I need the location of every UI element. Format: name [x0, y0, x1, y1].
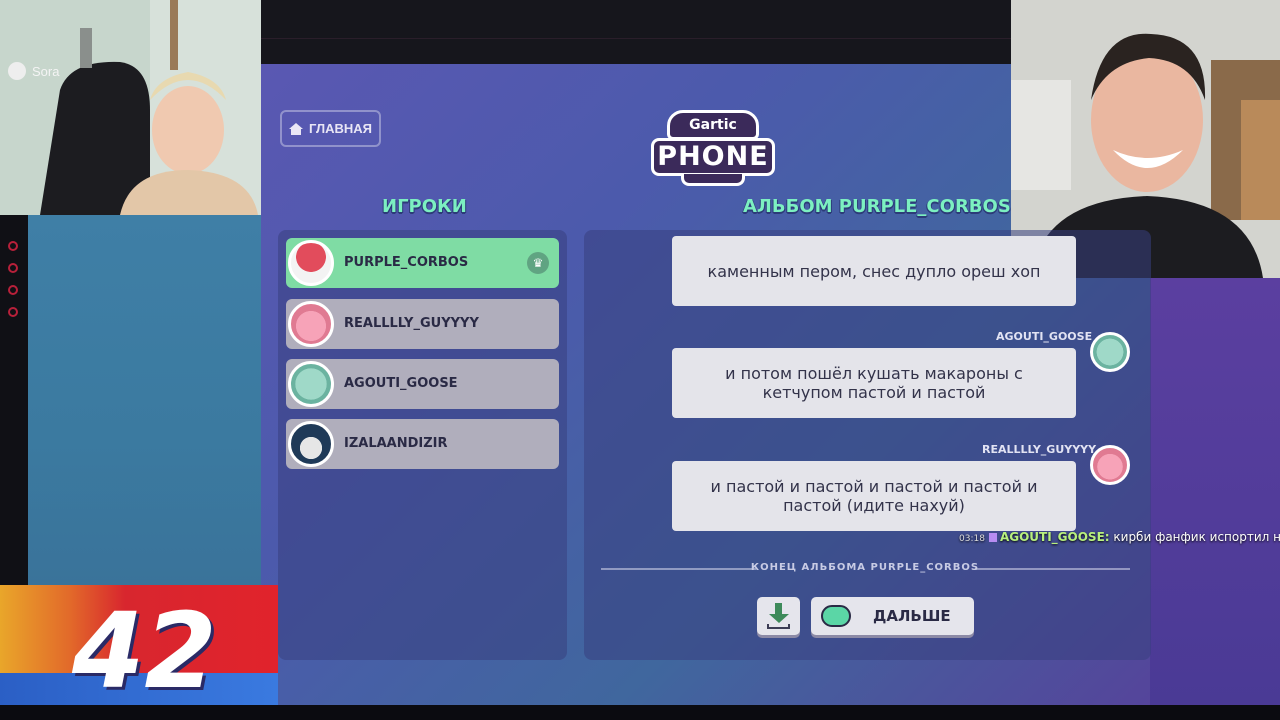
player-row[interactable]: IZALAANDIZIR [286, 419, 559, 469]
ghost-avatar [1090, 332, 1130, 372]
logo-main-text: PHONE [651, 138, 775, 176]
settings-icon [8, 307, 18, 317]
player-name: IZALAANDIZIR [344, 436, 448, 451]
player-row[interactable]: AGOUTI_GOOSE [286, 359, 559, 409]
next-button[interactable]: ДАЛЬШЕ [811, 597, 974, 635]
ghost-avatar [288, 361, 334, 407]
screen: Sora ГЛАВНАЯ Gartic PHONE ИГРОКИ АЛЬБОМ … [0, 0, 1280, 720]
album-entry-text: каменным пером, снес дупло ореш хоп [672, 236, 1076, 306]
home-button[interactable]: ГЛАВНАЯ [280, 110, 381, 147]
album-entry-text: и пастой и пастой и пастой и пастой и па… [672, 461, 1076, 531]
download-tray-icon [767, 624, 790, 629]
pig-avatar [288, 301, 334, 347]
download-button[interactable] [757, 597, 800, 635]
player-row[interactable]: PURPLE_CORBOS ♛ [286, 238, 559, 288]
players-title: ИГРОКИ [382, 196, 467, 217]
album-entry-author: REALLLLY_GUYYYY [982, 443, 1097, 456]
crown-icon: ♛ [527, 252, 549, 274]
divider [261, 38, 1011, 39]
album-end-label: КОНЕЦ АЛЬБОМА PURPLE_CORBOS [750, 562, 980, 573]
webcam-left: Sora [0, 0, 261, 215]
logo-top-text: Gartic [667, 110, 759, 140]
next-arrow-icon [821, 605, 851, 627]
game-area-right-strip [1150, 278, 1280, 705]
divider [975, 568, 1130, 570]
clock-icon [8, 263, 18, 273]
counter-value: 42 [72, 590, 217, 712]
home-icon [288, 122, 303, 135]
player-row[interactable]: REALLLLY_GUYYYY [286, 299, 559, 349]
discord-icon [8, 62, 26, 80]
player-name: AGOUTI_GOOSE [344, 376, 458, 391]
gartic-phone-logo: Gartic PHONE [651, 110, 775, 186]
album-entry-author: AGOUTI_GOOSE [996, 330, 1093, 343]
chat-user: AGOUTI_GOOSE: [999, 530, 1110, 544]
home-button-label: ГЛАВНАЯ [308, 121, 373, 136]
album-title: АЛЬБОМ PURPLE_CORBOS [743, 196, 1011, 217]
stream-user-name: Sora [32, 63, 60, 79]
stream-top-bar [261, 0, 1011, 64]
chat-message: 03:18 AGOUTI_GOOSE: кирби фанфик испортил… [959, 530, 1280, 544]
player-name: REALLLLY_GUYYYY [344, 316, 479, 331]
mushroom-avatar [288, 240, 334, 286]
stream-side-panel [28, 215, 261, 585]
skull-avatar [288, 421, 334, 467]
chat-time: 03:18 [959, 534, 985, 544]
stream-user-tag: Sora [8, 62, 59, 80]
home-icon [8, 285, 18, 295]
chat-badge-icon [988, 533, 997, 542]
chat-text: кирби фанфик испортил нахуй [1113, 530, 1280, 544]
counter-overlay: 42 [0, 585, 278, 720]
stream-sidebar [0, 215, 28, 585]
player-name: PURPLE_CORBOS [344, 255, 469, 270]
stream-bottom-bar [0, 705, 1280, 720]
record-icon [8, 241, 18, 251]
webcam-left-scene [0, 0, 261, 215]
next-button-label: ДАЛЬШЕ [873, 607, 951, 625]
pig-avatar [1090, 445, 1130, 485]
album-entry-text: и потом пошёл кушать макароны с кетчупом… [672, 348, 1076, 418]
divider [601, 568, 756, 570]
logo-base [681, 174, 745, 186]
